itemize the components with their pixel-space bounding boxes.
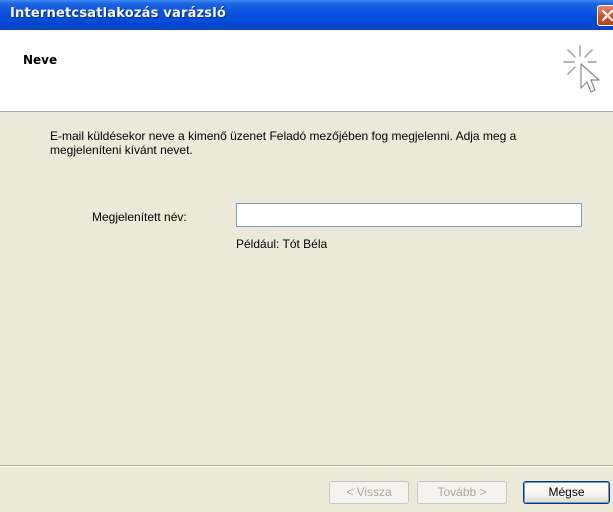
window-title: Internetcsatlakozás varázsló xyxy=(10,6,227,21)
wizard-header: Neve xyxy=(0,30,613,112)
page-title: Neve xyxy=(23,53,58,67)
next-button[interactable]: Tovább > xyxy=(417,481,507,504)
wizard-window: Internetcsatlakozás varázsló Neve E-mail… xyxy=(0,0,613,512)
title-bar[interactable]: Internetcsatlakozás varázsló xyxy=(0,0,613,30)
display-name-input[interactable] xyxy=(236,203,582,227)
wizard-sparkle-cursor-icon xyxy=(560,44,602,101)
close-button[interactable] xyxy=(597,5,613,26)
cancel-button[interactable]: Mégse xyxy=(523,481,610,504)
back-button[interactable]: < Vissza xyxy=(329,481,409,504)
example-hint: Például: Tót Béla xyxy=(236,237,328,251)
footer-divider xyxy=(0,465,613,467)
wizard-content: E-mail küldésekor neve a kimenő üzenet F… xyxy=(0,112,613,465)
instruction-text: E-mail küldésekor neve a kimenő üzenet F… xyxy=(50,129,517,157)
display-name-label: Megjelenített név: xyxy=(92,210,187,224)
